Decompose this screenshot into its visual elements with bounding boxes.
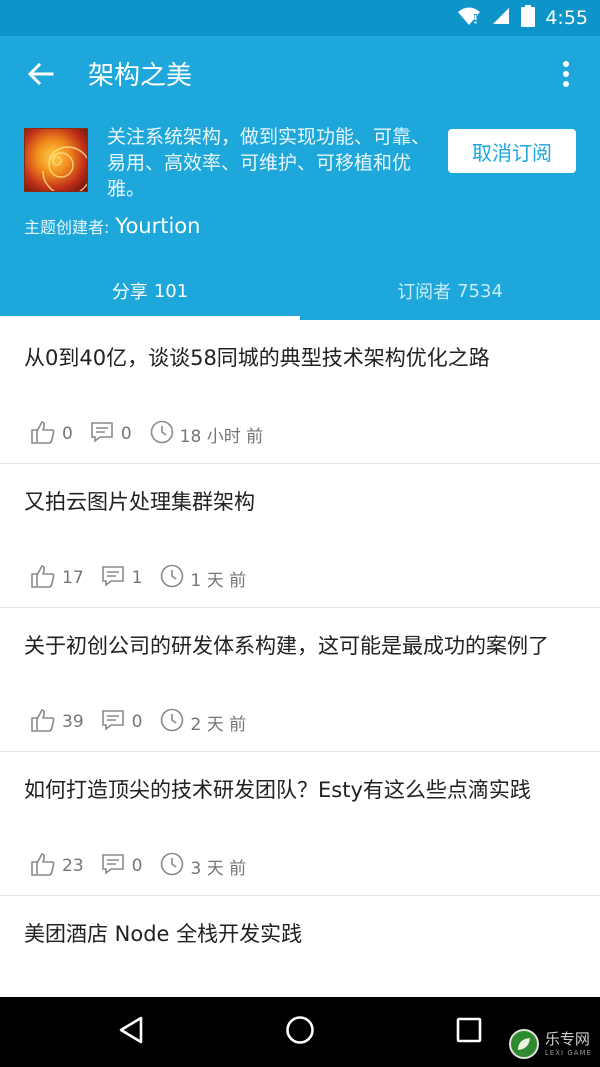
item-meta: 17 1 1 天 前 (30, 564, 264, 592)
back-button[interactable] (20, 56, 60, 96)
clock-icon (160, 564, 190, 593)
like-count[interactable]: 0 (30, 419, 73, 450)
comment-icon (101, 709, 132, 736)
unsubscribe-button[interactable]: 取消订阅 (448, 129, 576, 173)
item-title[interactable]: 美团酒店 Node 全栈开发实践 (24, 920, 576, 948)
comment-count[interactable]: 0 (101, 853, 142, 880)
like-count[interactable]: 17 (30, 563, 84, 594)
thumbs-up-icon (30, 419, 62, 450)
like-count[interactable]: 39 (30, 707, 84, 738)
creator-row: 主题创建者: Yourtion (24, 214, 200, 244)
nav-recents-button[interactable] (451, 1014, 487, 1050)
more-vertical-icon (562, 61, 570, 91)
item-title[interactable]: 又拍云图片处理集群架构 (24, 488, 576, 516)
recents-square-icon (456, 1017, 482, 1047)
item-meta: 0 0 18 小时 前 (30, 420, 281, 448)
clock-icon (150, 420, 180, 449)
comment-count[interactable]: 1 (101, 565, 142, 592)
status-icons: 4:55 (457, 5, 588, 31)
item-title[interactable]: 关于初创公司的研发体系构建，这可能是最成功的案例了 (24, 632, 576, 660)
post-time: 1 天 前 (160, 564, 246, 593)
share-list[interactable]: 从0到40亿，谈谈58同城的典型技术架构优化之路 0 0 18 小时 前 又拍云… (0, 320, 600, 997)
tab-label: 订阅者 (397, 282, 452, 303)
topic-header: 架构之美 关注系统架构，做到实现功能、可靠、易用、高效率、可维护、可移植和优雅。… (0, 36, 600, 262)
item-title[interactable]: 如何打造顶尖的技术研发团队？Esty有这么些点滴实践 (24, 776, 576, 804)
clock-icon (160, 708, 190, 737)
post-time: 3 天 前 (160, 852, 246, 881)
list-item[interactable]: 关于初创公司的研发体系构建，这可能是最成功的案例了 39 0 2 天 前 (0, 608, 600, 752)
tab-bar: 分享 101 订阅者 7534 (0, 262, 600, 320)
item-meta: 39 0 2 天 前 (30, 708, 264, 736)
item-title[interactable]: 从0到40亿，谈谈58同城的典型技术架构优化之路 (24, 344, 576, 372)
creator-name[interactable]: Yourtion (115, 214, 200, 238)
post-time: 18 小时 前 (150, 420, 263, 449)
tab-label: 分享 (111, 282, 148, 303)
clock-icon (160, 852, 190, 881)
comment-count[interactable]: 0 (91, 421, 132, 448)
watermark-text: 乐专网 LEXI GAME (544, 1029, 592, 1057)
toolbar: 架构之美 (0, 36, 600, 116)
thumbs-up-icon (30, 707, 62, 738)
tab-count: 7534 (457, 280, 503, 302)
home-circle-icon (285, 1015, 315, 1049)
tab-subscribers[interactable]: 订阅者 7534 (300, 262, 600, 320)
overflow-menu-button[interactable] (548, 56, 584, 96)
topic-cover-image (24, 128, 88, 192)
status-time: 4:55 (545, 7, 588, 29)
item-meta: 23 0 3 天 前 (30, 852, 264, 880)
signal-icon (491, 6, 511, 30)
status-bar: 4:55 (0, 0, 600, 36)
comment-icon (91, 421, 121, 448)
system-nav-bar: 乐专网 LEXI GAME (0, 997, 600, 1067)
post-time: 2 天 前 (160, 708, 246, 737)
nav-back-button[interactable] (113, 1014, 149, 1050)
thumbs-up-icon (30, 851, 62, 882)
list-item[interactable]: 如何打造顶尖的技术研发团队？Esty有这么些点滴实践 23 0 3 天 前 (0, 752, 600, 896)
tab-shares[interactable]: 分享 101 (0, 262, 300, 320)
wifi-icon (457, 6, 481, 30)
topic-description: 关注系统架构，做到实现功能、可靠、易用、高效率、可维护、可移植和优雅。 (107, 126, 431, 200)
creator-label: 主题创建者: (24, 218, 110, 237)
like-count[interactable]: 23 (30, 851, 84, 882)
thumbs-up-icon (30, 563, 62, 594)
battery-icon (521, 5, 536, 31)
tab-count: 101 (153, 280, 189, 302)
comment-icon (101, 565, 132, 592)
page-title: 架构之美 (88, 61, 193, 91)
list-item[interactable]: 美团酒店 Node 全栈开发实践 (0, 896, 600, 997)
watermark: 乐专网 LEXI GAME (508, 1029, 592, 1059)
nav-home-button[interactable] (282, 1014, 318, 1050)
watermark-logo (508, 1029, 539, 1059)
list-item[interactable]: 从0到40亿，谈谈58同城的典型技术架构优化之路 0 0 18 小时 前 (0, 320, 600, 464)
list-item[interactable]: 又拍云图片处理集群架构 17 1 1 天 前 (0, 464, 600, 608)
comment-count[interactable]: 0 (101, 709, 142, 736)
back-triangle-icon (117, 1015, 145, 1049)
comment-icon (101, 853, 132, 880)
arrow-left-icon (26, 60, 54, 92)
